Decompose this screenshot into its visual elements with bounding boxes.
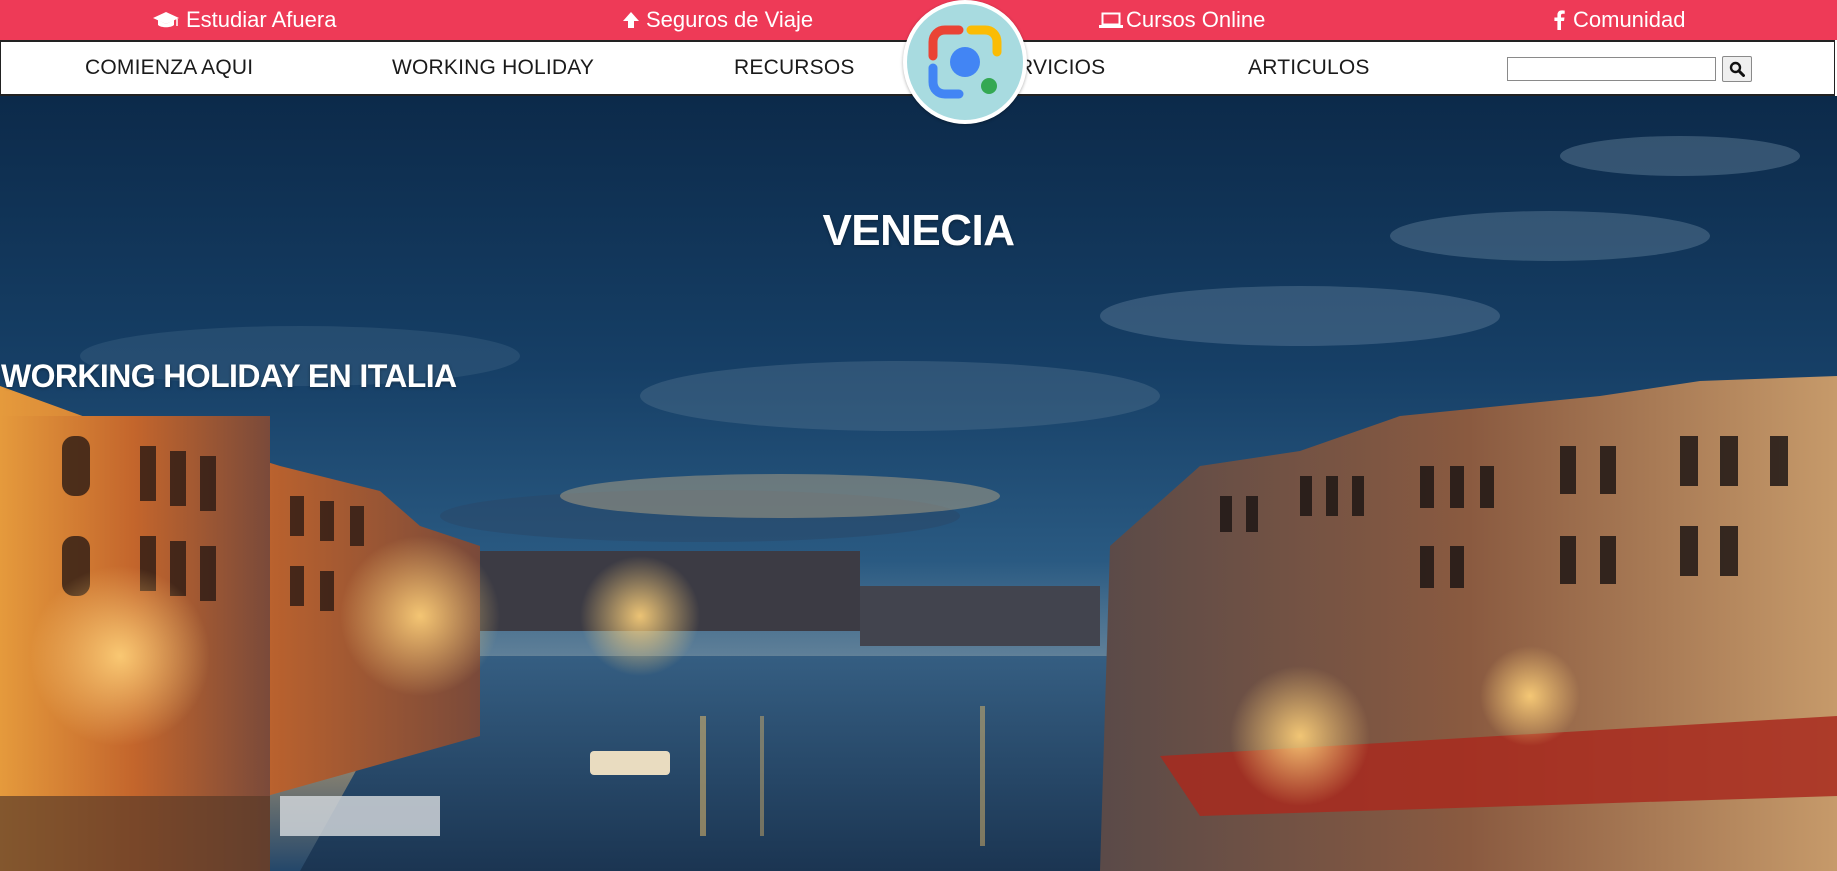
arrow-up-icon	[622, 11, 640, 29]
search-input[interactable]	[1507, 57, 1716, 81]
laptop-icon	[1099, 11, 1123, 29]
online-courses-label: Cursos Online	[1126, 7, 1266, 32]
nav-item-articulos[interactable]: ARTICULOS	[1248, 42, 1370, 94]
online-courses-link[interactable]: Cursos Online	[1099, 0, 1265, 40]
search-button[interactable]	[1722, 56, 1752, 82]
community-label: Comunidad	[1573, 7, 1686, 32]
facebook-icon	[1554, 10, 1565, 30]
study-abroad-label: Estudiar Afuera	[186, 7, 337, 32]
lens-overlay-button[interactable]	[903, 0, 1027, 124]
hero-title: VENECIA	[822, 206, 1015, 255]
nav-item-servicios[interactable]: RVICIOS	[1018, 42, 1105, 94]
graduation-cap-icon	[152, 10, 180, 30]
travel-insurance-link[interactable]: Seguros de Viaje	[622, 0, 813, 40]
search-icon	[1729, 61, 1745, 77]
nav-item-working-holiday[interactable]: WORKING HOLIDAY	[392, 42, 594, 94]
hero-banner: VENECIA WORKING HOLIDAY EN ITALIA	[0, 96, 1837, 871]
hero-subtitle: WORKING HOLIDAY EN ITALIA	[1, 358, 457, 394]
google-lens-icon	[919, 16, 1011, 108]
travel-insurance-label: Seguros de Viaje	[646, 7, 814, 32]
nav-item-recursos[interactable]: RECURSOS	[734, 42, 855, 94]
community-link[interactable]: Comunidad	[1554, 0, 1686, 40]
study-abroad-link[interactable]: Estudiar Afuera	[152, 0, 336, 40]
nav-item-comienza-aqui[interactable]: COMIENZA AQUI	[85, 42, 253, 94]
